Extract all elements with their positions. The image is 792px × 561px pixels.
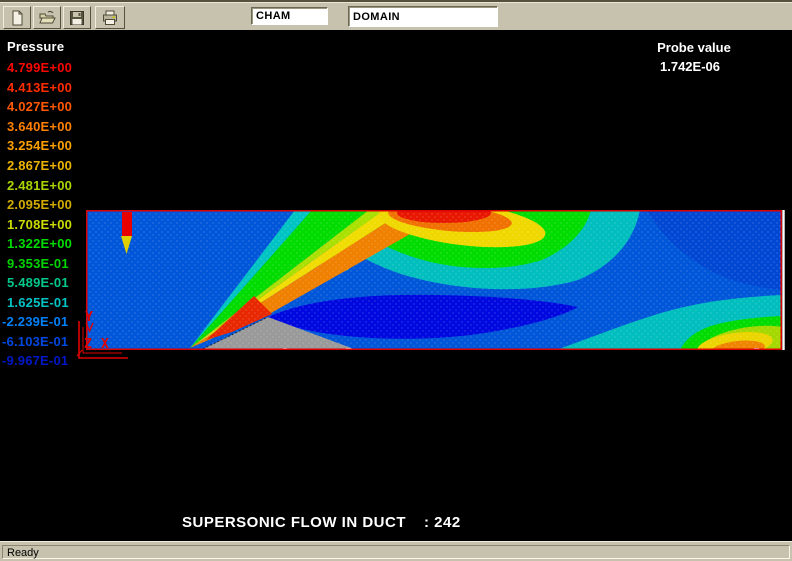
legend-entry: 2.481E+00 (7, 175, 97, 195)
probe-value-label: Probe value (649, 40, 739, 55)
plot-caption: SUPERSONIC FLOW IN DUCT : 242 (0, 514, 792, 534)
axis-x-label: X (101, 337, 109, 352)
legend-entry: 4.799E+00 (7, 58, 97, 78)
legend-entry: 4.413E+00 (7, 78, 97, 98)
save-icon (68, 9, 86, 27)
open-file-button[interactable] (33, 6, 61, 29)
outlet-line (782, 210, 784, 350)
new-document-icon (8, 9, 26, 27)
legend-entry: 4.027E+00 (7, 97, 97, 117)
status-panel: Ready (2, 545, 790, 559)
graphics-canvas: Pressure 4.799E+004.413E+004.027E+003.64… (0, 30, 792, 541)
legend-title: Pressure (7, 39, 64, 54)
probe-value: 1.742E-06 (645, 59, 735, 74)
axis-y-label: Y (85, 310, 93, 325)
phoenics-viewer-window: Pressure 4.799E+004.413E+004.027E+003.64… (0, 0, 792, 561)
domain-name-field[interactable] (348, 6, 498, 27)
contour-plot[interactable]: Y Z X (70, 205, 792, 361)
contour-field (86, 205, 792, 361)
status-bar: Ready (0, 541, 792, 561)
axis-z-label: Z (84, 337, 92, 352)
new-file-button[interactable] (3, 6, 31, 29)
toolbar (0, 0, 792, 32)
legend-entry: 3.640E+00 (7, 117, 97, 137)
sweep-counter: : 242 (424, 514, 461, 531)
legend-entry: 2.867E+00 (7, 156, 97, 176)
print-icon (101, 9, 119, 27)
case-title: SUPERSONIC FLOW IN DUCT (182, 514, 406, 531)
status-text: Ready (7, 547, 39, 559)
print-button[interactable] (95, 6, 125, 29)
open-folder-icon (38, 9, 56, 27)
legend-entry: 3.254E+00 (7, 136, 97, 156)
save-button[interactable] (63, 6, 91, 29)
model-name-field[interactable] (251, 7, 328, 25)
